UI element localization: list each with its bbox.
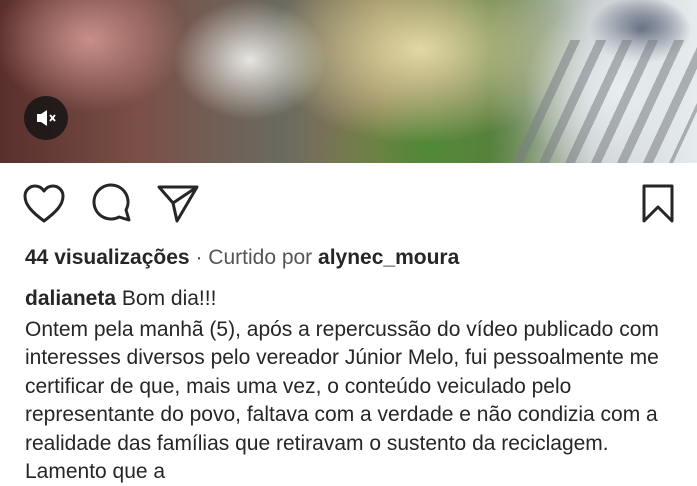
speaker-muted-icon: [37, 110, 56, 126]
video-background-stripes: [509, 40, 697, 163]
caption-body: Ontem pela manhã (5), após a repercussão…: [25, 318, 659, 484]
liked-by-username[interactable]: alynec_moura: [318, 246, 459, 269]
mute-toggle-button[interactable]: [24, 96, 68, 140]
post-video[interactable]: [0, 0, 697, 163]
caption-header: dalianeta Bom dia!!!: [25, 287, 216, 311]
caption-username[interactable]: dalianeta: [25, 287, 116, 310]
caption-first-line: Bom dia!!!: [121, 287, 217, 310]
separator-dot: ·: [195, 246, 203, 269]
heart-icon[interactable]: [22, 183, 66, 225]
post-engagement-line: 44 visualizações · Curtido por alynec_mo…: [25, 246, 459, 270]
views-count[interactable]: 44 visualizações: [25, 246, 190, 269]
comment-bubble-icon[interactable]: [89, 183, 133, 225]
liked-by-label: Curtido por: [208, 246, 313, 269]
bookmark-icon[interactable]: [640, 183, 676, 225]
post-actions-bar: [0, 183, 697, 227]
paper-plane-icon[interactable]: [156, 183, 200, 225]
